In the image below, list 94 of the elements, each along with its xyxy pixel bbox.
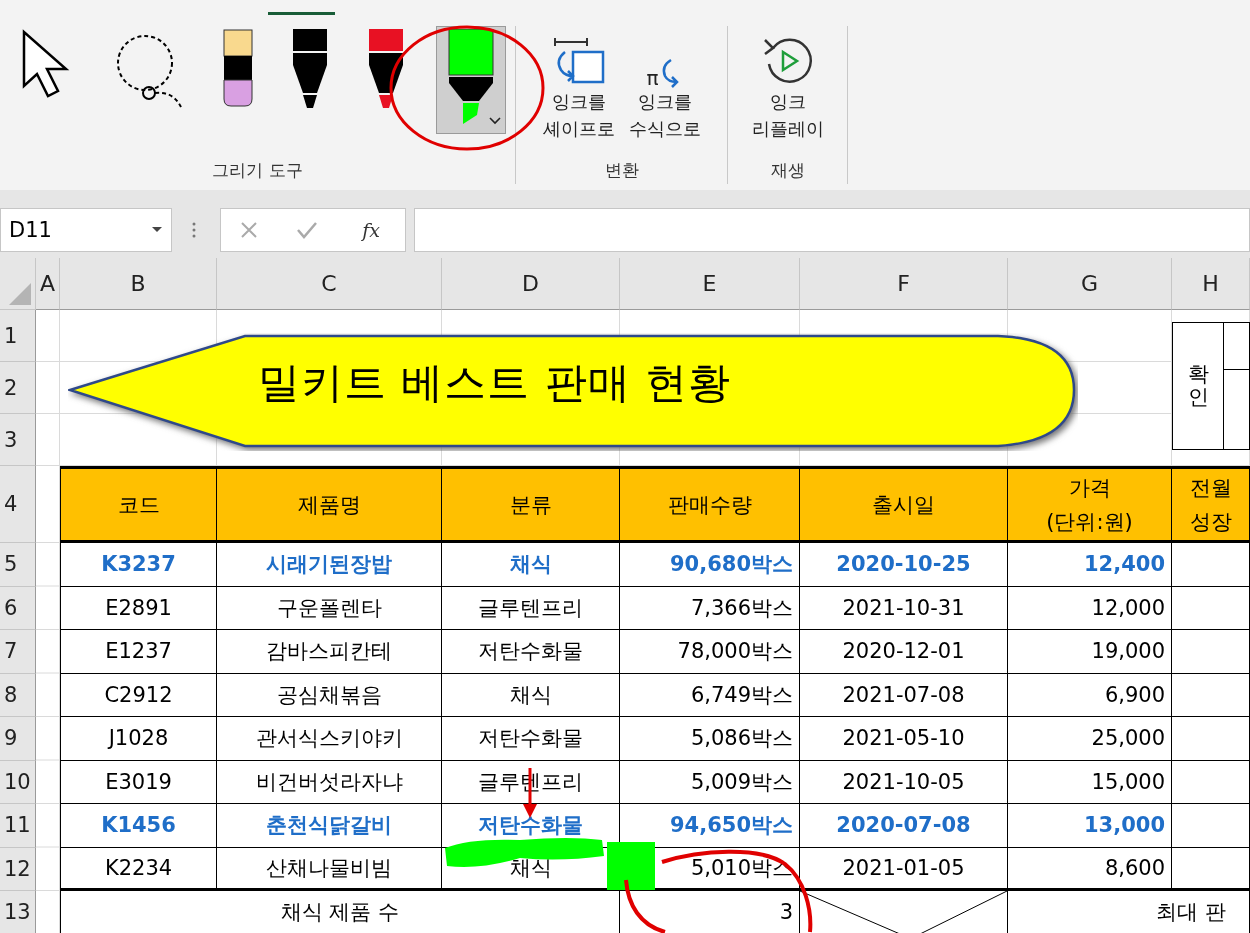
column-header[interactable]: B	[60, 258, 217, 310]
column-header[interactable]: D	[442, 258, 620, 310]
table-cell: E2891	[60, 586, 217, 630]
summary-label: 채식 제품 수	[60, 891, 620, 933]
column-header[interactable]: F	[800, 258, 1008, 310]
table-cell: 19,000	[1008, 630, 1172, 674]
table-cell: 12,400	[1008, 543, 1172, 587]
row-header[interactable]: 5	[0, 543, 36, 587]
name-box[interactable]: D11	[0, 207, 172, 252]
table-cell: 2020-12-01	[800, 630, 1008, 674]
table-cell: 15,000	[1008, 760, 1172, 804]
table-cell: 25,000	[1008, 717, 1172, 761]
table-cell: 저탄수화물	[442, 630, 620, 674]
table-cell: 글루텐프리	[442, 586, 620, 630]
shape-button[interactable]: 잉크를 셰이프로	[540, 26, 617, 142]
column-header[interactable]: A	[36, 258, 60, 310]
row-header[interactable]: 8	[0, 673, 36, 717]
table-cell: 5,086박스	[620, 717, 800, 761]
table-cell: 13,000	[1008, 804, 1172, 848]
group-label: 변환	[604, 159, 639, 182]
banner-title: 밀키트 베스트 판매 현황	[258, 357, 732, 409]
table-cell: 2020-07-08	[800, 804, 1008, 848]
insert-function-button[interactable]: fx	[356, 217, 386, 242]
table-header: 출시일	[872, 491, 935, 519]
row-header[interactable]: 12	[0, 847, 36, 891]
table-cell: E1237	[60, 630, 217, 674]
highlighter-square	[607, 842, 655, 890]
table-header: 전월 성장	[1189, 474, 1232, 536]
row-header[interactable]: 9	[0, 717, 36, 761]
table-cell: K1456	[60, 804, 217, 848]
table-cell: 춘천식닭갈비	[217, 804, 442, 848]
table-header: 제품명	[297, 491, 361, 519]
selected-tab-indicator	[268, 12, 335, 15]
pen-icon	[366, 29, 405, 109]
column-header[interactable]: H	[1172, 258, 1250, 310]
more-icon	[192, 220, 196, 239]
column-header[interactable]: E	[620, 258, 800, 310]
column-header[interactable]: G	[1008, 258, 1172, 310]
table-cell: K3237	[60, 543, 217, 587]
table-cell: 5,009박스	[620, 760, 800, 804]
highlighter-tool[interactable]	[435, 26, 506, 134]
table-cell: C2912	[60, 673, 217, 717]
group-label: 재생	[770, 159, 805, 182]
table-cell: 6,749박스	[620, 673, 800, 717]
table-cell: J1028	[60, 717, 217, 761]
table-header: 분류	[509, 491, 552, 519]
table-cell: 산채나물비빔	[217, 847, 442, 891]
row-header[interactable]: 4	[0, 466, 36, 543]
table-cell: 감바스피칸테	[217, 630, 442, 674]
table-cell: 90,680박스	[620, 543, 800, 587]
caret-icon	[488, 117, 501, 125]
table-cell: 관서식스키야키	[217, 717, 442, 761]
pen-icon	[290, 29, 329, 109]
row-header[interactable]: 6	[0, 586, 36, 630]
column-header[interactable]: C	[217, 258, 442, 310]
table-cell: E3019	[60, 760, 217, 804]
table-cell: 12,000	[1008, 586, 1172, 630]
table-cell: 78,000박스	[620, 630, 800, 674]
group-label: 그리기 도구	[212, 159, 303, 182]
dropdown-icon	[151, 226, 163, 233]
eraser-icon	[222, 29, 253, 107]
row-header[interactable]: 1	[0, 310, 36, 362]
table-cell: 2021-01-05	[800, 847, 1008, 891]
table-cell: 8,600	[1008, 847, 1172, 891]
row-header[interactable]: 3	[0, 414, 36, 466]
row-header[interactable]: 10	[0, 760, 36, 804]
table-header: 판매수량	[667, 491, 752, 519]
table-cell: 비건버섯라자냐	[217, 760, 442, 804]
table-header: 코드	[117, 491, 160, 519]
table-cell: 7,366박스	[620, 586, 800, 630]
table-cell: 공심채볶음	[217, 673, 442, 717]
table-cell: 2021-10-05	[800, 760, 1008, 804]
table-cell: 시래기된장밥	[217, 543, 442, 587]
row-header[interactable]: 7	[0, 630, 36, 674]
pi-symbol: π	[646, 68, 659, 88]
table-cell: 채식	[442, 673, 620, 717]
table-cell: 2020-10-25	[800, 543, 1008, 587]
row-header[interactable]: 11	[0, 804, 36, 848]
table-cell: 2021-10-31	[800, 586, 1008, 630]
table-cell: 2021-05-10	[800, 717, 1008, 761]
table-cell: 2021-07-08	[800, 673, 1008, 717]
table-cell: 저탄수화물	[442, 717, 620, 761]
table-cell: 구운폴렌타	[217, 586, 442, 630]
table-cell: 채식	[442, 543, 620, 587]
approval-label: 확인	[1187, 362, 1209, 410]
formula-input[interactable]	[414, 207, 1250, 252]
table-cell: 6,900	[1008, 673, 1172, 717]
replay-button[interactable]: 잉크 리플레이	[749, 26, 826, 142]
check-icon[interactable]	[296, 220, 319, 239]
row-header[interactable]: 2	[0, 362, 36, 414]
row-header[interactable]: 13	[0, 891, 36, 933]
table-header: 가격 (단위:원)	[1046, 474, 1133, 536]
math-button[interactable]: π 잉크를 수식으로	[626, 26, 703, 142]
table-cell: K2234	[60, 847, 217, 891]
